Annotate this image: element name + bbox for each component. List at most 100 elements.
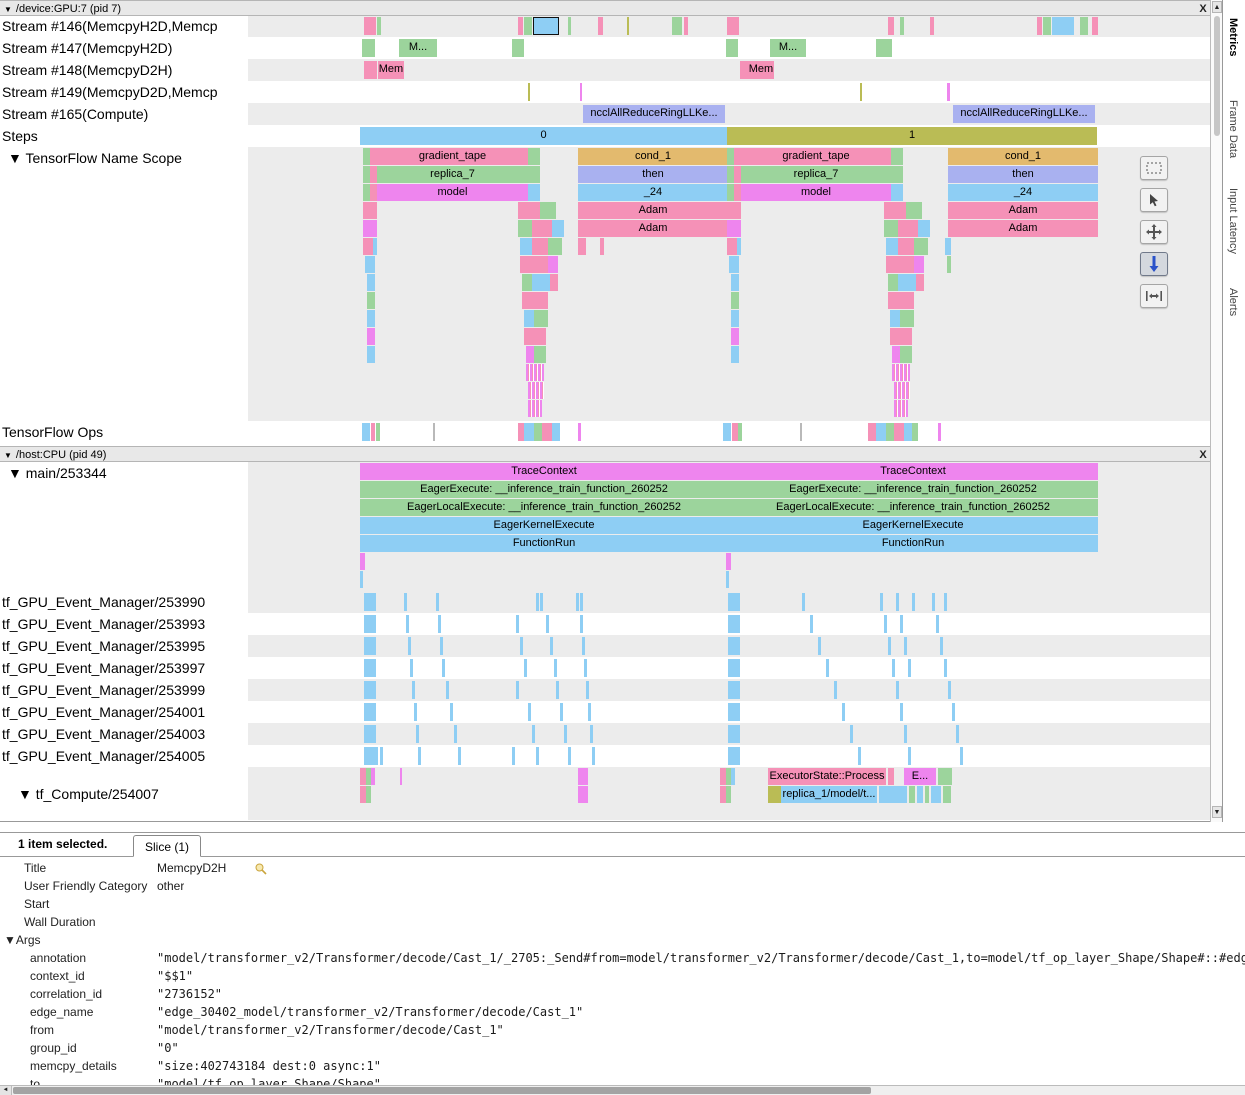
trace-slice[interactable] [731,768,735,785]
trace-slice[interactable] [362,39,375,57]
trace-slice[interactable] [454,725,457,743]
trace-slice[interactable] [363,220,377,237]
slice-gradient-tape[interactable]: gradient_tape [377,148,528,165]
trace-slice[interactable] [898,220,918,237]
track-label-stream-148[interactable]: Stream #148(MemcpyD2H) [2,59,246,81]
track-label-tensorflow-ops[interactable]: TensorFlow Ops [2,421,246,443]
trace-slice[interactable] [726,39,738,57]
trace-slice[interactable] [738,423,742,441]
trace-slice[interactable] [414,703,417,721]
trace-slice[interactable] [408,637,411,655]
trace-slice[interactable] [1037,17,1042,35]
trace-slice[interactable] [900,703,903,721]
trace-slice[interactable] [524,328,546,345]
trace-slice[interactable] [896,681,899,699]
trace-slice[interactable] [918,220,930,237]
trace-slice[interactable] [850,725,853,743]
trace-slice[interactable] [536,593,539,611]
trace-slice[interactable] [908,659,911,677]
trace-slice[interactable] [520,256,548,273]
magnifier-icon[interactable] [254,859,267,877]
trace-slice[interactable] [546,615,549,633]
trace-slice[interactable] [727,17,739,35]
trace-slice[interactable] [731,274,739,291]
trace-slice[interactable] [446,681,449,699]
trace-slice[interactable] [568,747,571,765]
args-section-header[interactable]: ▼Args [0,931,1245,949]
trace-slice[interactable] [879,786,907,803]
trace-slice[interactable] [930,17,934,35]
slice-then[interactable]: then [948,166,1098,183]
trace-slice[interactable] [627,17,629,35]
trace-slice[interactable] [890,328,912,345]
trace-slice[interactable] [524,17,532,35]
trace-slice[interactable] [956,725,959,743]
collapse-icon[interactable]: ▼ [4,451,12,460]
trace-slice[interactable] [450,703,453,721]
track-label-tensorflow-name-scope[interactable]: ▼ TensorFlow Name Scope [2,147,252,424]
trace-slice[interactable] [371,768,375,785]
tab-frame-data[interactable]: Frame Data [1227,100,1239,158]
trace-slice[interactable] [526,346,534,363]
trace-slice[interactable] [550,637,553,655]
trace-slice[interactable] [584,659,587,677]
trace-slice[interactable] [560,703,563,721]
trace-slice[interactable] [728,681,740,699]
horizontal-scroll-thumb[interactable] [13,1087,871,1094]
trace-slice[interactable] [728,747,740,765]
trace-slice[interactable] [737,238,741,255]
trace-slice[interactable] [540,202,556,219]
track-label-tf-gpu-event-manager-253995[interactable]: tf_GPU_Event_Manager/253995 [2,635,246,657]
slice-ncclallreduceringllke[interactable]: ncclAllReduceRingLLKe... [953,105,1095,123]
trace-slice[interactable] [948,681,951,699]
trace-slice[interactable] [364,615,376,633]
trace-slice[interactable] [548,256,558,273]
slice-m[interactable]: M... [770,39,806,57]
slice-tracecontext[interactable]: TraceContext [728,463,1098,480]
trace-slice[interactable] [532,238,548,255]
trace-slice[interactable] [891,166,903,183]
trace-slice[interactable] [884,220,898,237]
trace-slice[interactable] [364,61,377,79]
trace-slice[interactable] [592,747,595,765]
trace-slice[interactable] [868,423,876,441]
trace-slice[interactable] [363,166,370,183]
trace-slice[interactable] [536,747,539,765]
trace-slice[interactable] [528,148,540,165]
trace-slice[interactable] [909,786,915,803]
trace-slice[interactable] [943,786,951,803]
trace-slice[interactable] [952,703,955,721]
slice-adam[interactable]: Adam [578,220,728,237]
trace-slice[interactable] [728,637,740,655]
trace-slice[interactable] [888,17,894,35]
trace-slice[interactable] [528,400,542,417]
trace-slice[interactable] [516,681,519,699]
trace-slice[interactable] [886,423,894,441]
track-label-stream-165[interactable]: Stream #165(Compute) [2,103,246,125]
slice-cond-1[interactable]: cond_1 [578,148,728,165]
trace-slice[interactable] [416,725,419,743]
trace-slice[interactable] [522,274,532,291]
trace-slice[interactable] [516,615,519,633]
trace-slice[interactable] [440,637,443,655]
pan-tool-button[interactable] [1140,220,1168,244]
trace-slice[interactable] [731,310,739,327]
trace-slice[interactable] [888,637,891,655]
trace-slice[interactable] [580,593,583,611]
slice-model[interactable]: model [377,184,528,201]
collapse-icon[interactable]: ▼ [4,5,12,14]
trace-slice[interactable] [727,148,734,165]
trace-slice[interactable] [800,423,802,441]
trace-slice[interactable] [931,786,941,803]
trace-slice[interactable] [363,148,370,165]
vertical-scroll-thumb[interactable] [1214,16,1220,136]
slice-functionrun[interactable]: FunctionRun [360,535,728,552]
trace-slice[interactable] [726,571,729,588]
trace-slice[interactable] [726,553,731,570]
trace-slice[interactable] [888,768,894,785]
track-label-stream-146[interactable]: Stream #146(MemcpyH2D,Memcp [2,15,246,37]
trace-slice[interactable] [1052,17,1074,35]
trace-slice[interactable] [802,593,805,611]
trace-slice[interactable] [894,423,904,441]
trace-slice[interactable] [404,593,407,611]
